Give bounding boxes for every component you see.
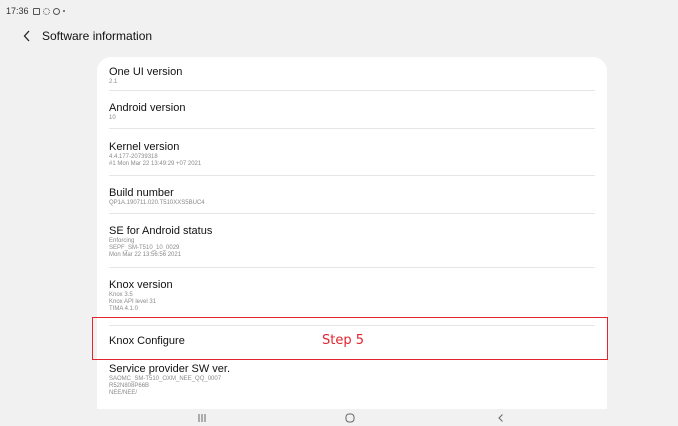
dot-icon — [62, 10, 65, 12]
recents-icon[interactable] — [195, 411, 209, 425]
divider — [109, 175, 595, 176]
item-value: TIMA 4.1.0 — [109, 306, 139, 312]
list-item-kernel-version[interactable]: Kernel version 4.4.177-20739318 #1 Mon M… — [109, 141, 595, 168]
circle-icon — [52, 7, 60, 15]
item-value: #1 Mon Mar 22 13:49:29 +07 2021 — [109, 161, 202, 167]
gear-icon — [42, 7, 50, 15]
app-bar: Software information — [0, 22, 678, 50]
gallery-icon — [32, 7, 40, 15]
item-label: Knox version — [109, 279, 173, 291]
item-value: 2.1 — [109, 79, 118, 85]
item-value: Knox 3.5 — [109, 292, 133, 298]
item-value: Enforcing — [109, 238, 135, 244]
status-bar: 17:36 — [0, 0, 678, 22]
list-item-service-provider-sw[interactable]: Service provider SW ver. SAOMC_SM-T510_O… — [109, 363, 595, 397]
status-time: 17:36 — [6, 6, 29, 16]
navigation-bar — [0, 409, 678, 426]
divider — [109, 90, 595, 91]
list-item-one-ui-version[interactable]: One UI version 2.1 — [109, 66, 595, 86]
status-icons — [32, 7, 65, 15]
item-label: Build number — [109, 187, 174, 199]
item-value: SAOMC_SM-T510_OXM_NEE_QQ_0007 — [109, 376, 222, 382]
item-label: Kernel version — [109, 141, 180, 153]
item-label: SE for Android status — [109, 225, 213, 237]
item-value: 4.4.177-20739318 — [109, 154, 158, 160]
divider — [109, 267, 595, 268]
page-title: Software information — [42, 29, 153, 43]
item-label: Service provider SW ver. — [109, 363, 231, 375]
item-value: NEE/NEE/ — [109, 390, 138, 396]
item-value: 10 — [109, 115, 116, 121]
item-value: QP1A.190711.020.T510XXS5BUC4 — [109, 200, 205, 206]
list-item-build-number[interactable]: Build number QP1A.190711.020.T510XXS5BUC… — [109, 187, 595, 207]
item-value: R52N808P66B — [109, 383, 150, 389]
divider — [109, 213, 595, 214]
item-label: Android version — [109, 102, 186, 114]
item-value: Knox API level 31 — [109, 299, 157, 305]
list-item-knox-version[interactable]: Knox version Knox 3.5 Knox API level 31 … — [109, 279, 595, 313]
list-item-se-android-status[interactable]: SE for Android status Enforcing SEPF_SM-… — [109, 225, 595, 259]
back-arrow-icon[interactable] — [22, 29, 32, 43]
home-icon[interactable] — [343, 411, 357, 425]
item-value: SEPF_SM-T510_10_0029 — [109, 245, 180, 251]
divider — [109, 128, 595, 129]
item-label: One UI version — [109, 66, 183, 78]
list-item-android-version[interactable]: Android version 10 — [109, 102, 595, 122]
back-icon[interactable] — [494, 411, 508, 425]
item-value: Mon Mar 22 13:56:56 2021 — [109, 252, 182, 258]
step-annotation: Step 5 — [322, 333, 365, 348]
